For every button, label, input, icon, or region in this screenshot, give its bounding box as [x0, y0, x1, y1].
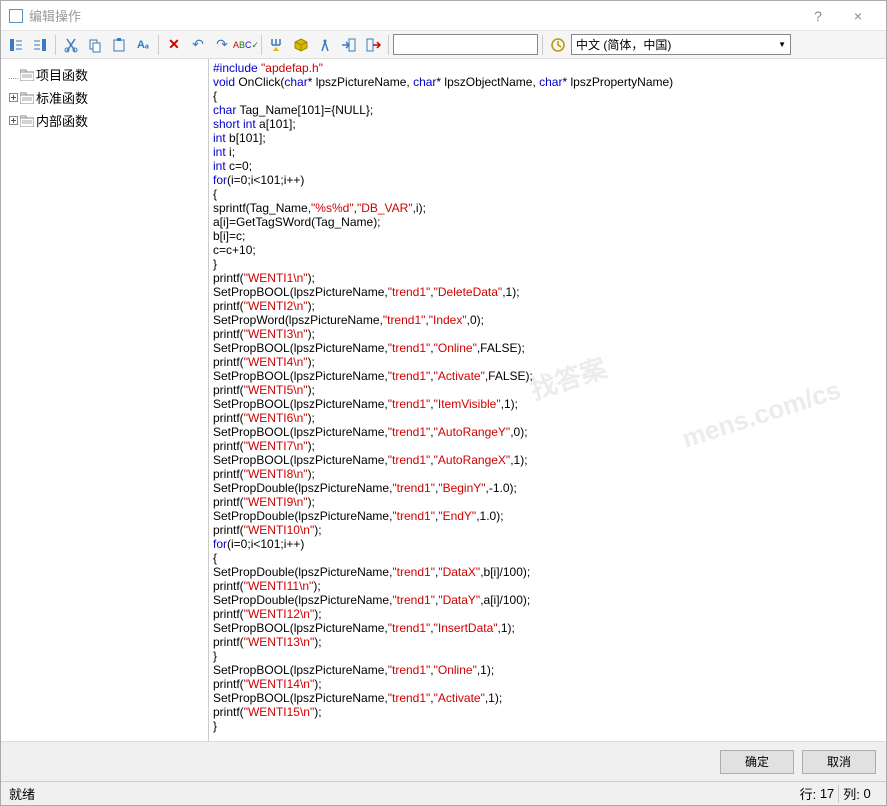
language-label: 中文 (简体，中国)	[576, 36, 671, 53]
language-selector[interactable]: 中文 (简体，中国) ▼	[571, 34, 791, 55]
toolbar-input[interactable]	[393, 34, 538, 55]
status-col-value: 0	[864, 786, 871, 801]
import-icon[interactable]	[338, 34, 360, 56]
folder-icon	[20, 92, 34, 104]
toolbar-separator	[55, 35, 56, 55]
toolbar-separator	[388, 35, 389, 55]
titlebar: 编辑操作 ? ×	[1, 1, 886, 31]
compass-icon[interactable]	[314, 34, 336, 56]
abc-check-icon[interactable]: ABC✓	[235, 34, 257, 56]
delete-icon[interactable]: ✕	[163, 34, 185, 56]
expand-icon[interactable]	[9, 67, 18, 82]
tree-item-label: 项目函数	[36, 65, 88, 84]
tree-item[interactable]: 项目函数	[1, 63, 208, 86]
toolbar-separator	[542, 35, 543, 55]
close-button[interactable]: ×	[838, 8, 878, 24]
cancel-button[interactable]: 取消	[802, 750, 876, 774]
window-title: 编辑操作	[29, 6, 798, 25]
expand-icon[interactable]	[9, 113, 18, 128]
function-tree: 项目函数标准函数内部函数	[1, 59, 209, 741]
button-bar: 确定 取消	[1, 741, 886, 781]
code-editor[interactable]: 找答案 mens.com/cs #include "apdefap.h"void…	[209, 59, 886, 741]
statusbar: 就绪 行: 17 列: 0	[1, 781, 886, 805]
redo-icon[interactable]: ↷	[211, 34, 233, 56]
ok-button[interactable]: 确定	[720, 750, 794, 774]
toolbar-button-1[interactable]	[5, 34, 27, 56]
paste-icon[interactable]	[108, 34, 130, 56]
toolbar-button-2[interactable]	[29, 34, 51, 56]
expand-icon[interactable]	[9, 90, 18, 105]
code-area[interactable]: #include "apdefap.h"void OnClick(char* l…	[209, 59, 886, 741]
help-button[interactable]: ?	[798, 8, 838, 24]
folder-icon	[20, 115, 34, 127]
tree-item[interactable]: 内部函数	[1, 109, 208, 132]
tree-item-label: 标准函数	[36, 88, 88, 107]
tree-item[interactable]: 标准函数	[1, 86, 208, 109]
copy-icon[interactable]	[84, 34, 106, 56]
toolbar: Aₐ ✕ ↶ ↷ ABC✓ 中文 (简体，中国) ▼	[1, 31, 886, 59]
dropdown-arrow-icon: ▼	[778, 40, 786, 49]
toolbar-separator	[158, 35, 159, 55]
status-ready: 就绪	[9, 784, 800, 803]
toolbar-separator	[261, 35, 262, 55]
bookmark-icon[interactable]	[266, 34, 288, 56]
cube-icon[interactable]	[290, 34, 312, 56]
app-icon	[9, 9, 23, 23]
case-icon[interactable]: Aₐ	[132, 34, 154, 56]
main-area: 项目函数标准函数内部函数 找答案 mens.com/cs #include "a…	[1, 59, 886, 741]
tree-item-label: 内部函数	[36, 111, 88, 130]
status-col-label: 列:	[843, 784, 860, 803]
folder-icon	[20, 69, 34, 81]
cut-icon[interactable]	[60, 34, 82, 56]
export-icon[interactable]	[362, 34, 384, 56]
status-line-value: 17	[820, 786, 834, 801]
clock-icon[interactable]	[547, 34, 569, 56]
undo-icon[interactable]: ↶	[187, 34, 209, 56]
status-separator	[838, 785, 839, 803]
status-line-label: 行:	[800, 784, 817, 803]
